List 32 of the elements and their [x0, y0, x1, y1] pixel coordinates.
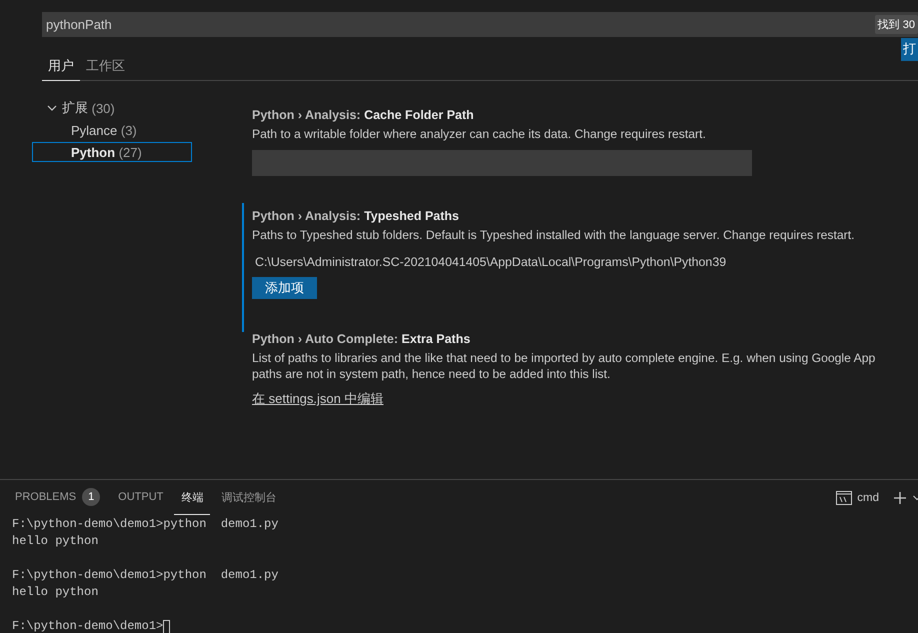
result-count-badge: 找到 30: [874, 15, 918, 34]
setting-description: Path to a writable folder where analyzer can cache its data. Change requires restart.: [252, 127, 707, 141]
setting-title: Python › Auto Complete: Extra Paths: [252, 332, 472, 346]
settings-tab[interactable]: 用户: [42, 54, 80, 81]
edit-in-settings-json-link[interactable]: 在 settings.json 中编辑: [252, 391, 384, 406]
panel-tab[interactable]: 终端: [174, 480, 210, 515]
terminal-icon: [836, 491, 852, 505]
setting-description: Paths to Typeshed stub folders. Default is Typeshed installed with the language server. Change requires restart.: [252, 228, 856, 242]
search-field[interactable]: pythonPath 找到 30: [42, 12, 918, 37]
terminal-line: F:\python-demo\demo1>python demo1.py: [12, 567, 278, 584]
plus-icon[interactable]: [893, 491, 907, 505]
terminal-selector[interactable]: cmd: [836, 491, 879, 505]
setting-description: List of paths to libraries and the like that need to be imported by auto complete engine. E.g. when using Google App: [252, 351, 876, 365]
terminal-line: hello python: [12, 584, 98, 601]
add-item-button[interactable]: 添加项: [252, 277, 317, 299]
terminal-line: hello python: [12, 533, 98, 550]
panel-tab[interactable]: OUTPUT: [111, 480, 170, 515]
settings-tab[interactable]: 工作区: [80, 54, 131, 81]
chevron-down-icon[interactable]: [913, 494, 918, 502]
text-input-field[interactable]: [252, 150, 752, 176]
tree-item[interactable]: Pylance (3): [32, 120, 192, 140]
setting-title: Python › Analysis: Cache Folder Path: [252, 108, 475, 122]
tree-item[interactable]: Python (27): [32, 142, 192, 162]
terminal-line: F:\python-demo\demo1>python demo1.py: [12, 516, 278, 533]
setting-title: Python › Analysis: Typeshed Paths: [252, 209, 460, 223]
panel-tab[interactable]: PROBLEMS 1: [8, 480, 108, 515]
terminal-line: F:\python-demo\demo1>: [12, 618, 164, 633]
list-item[interactable]: C:\Users\Administrator.SC-202104041405\AppData\Local\Programs\Python\Python39: [252, 251, 918, 273]
panel-tab[interactable]: 调试控制台: [214, 480, 284, 515]
setting-description: paths are not in system path, hence need to be added into this list.: [252, 367, 612, 381]
action-button[interactable]: 打: [901, 38, 918, 61]
tree-item[interactable]: 扩展 (30): [32, 98, 192, 118]
